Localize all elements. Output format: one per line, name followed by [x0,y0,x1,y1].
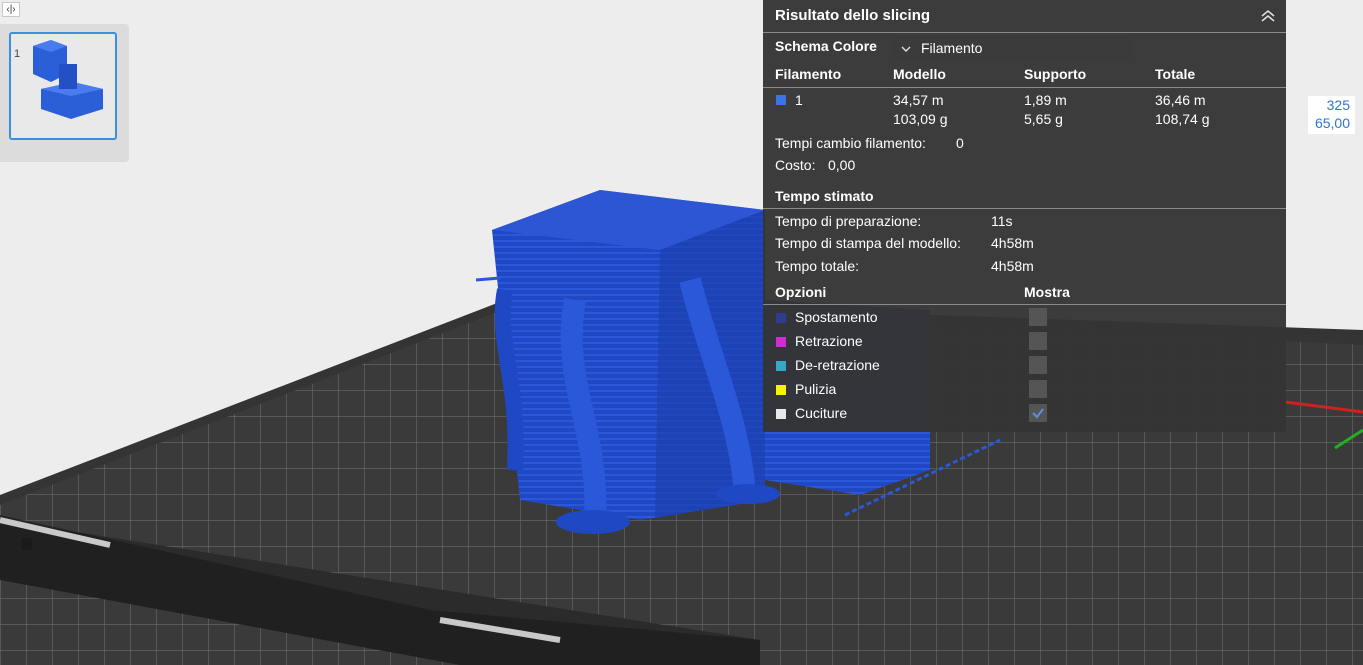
option-label: Spostamento [795,309,878,325]
coordinate-readout: 325 65,00 [1308,96,1355,134]
filament-changes-value: 0 [956,135,964,151]
slicing-result-panel: Risultato dello slicing Schema Colore Fi… [763,0,1286,432]
collapse-panel-icon[interactable] [1260,8,1276,24]
divider [763,87,1286,88]
show-retraction-checkbox[interactable] [1029,332,1047,350]
option-label: Pulizia [795,381,837,397]
filament-number: 1 [795,92,803,108]
time-label: Tempo di preparazione: [775,213,922,229]
total-weight: 108,74 g [1155,111,1210,127]
plate-number: 1 [14,48,21,60]
divider [763,208,1286,209]
divider [763,304,1286,305]
time-value: 11s [991,213,1013,229]
show-wipe-checkbox[interactable] [1029,380,1047,398]
travel-color-swatch [776,313,786,323]
cost-value: 0,00 [828,157,856,173]
show-travel-checkbox[interactable] [1029,308,1047,326]
seams-color-swatch [776,409,786,419]
model-weight: 103,09 g [893,111,948,127]
support-length: 1,89 m [1024,92,1067,108]
color-scheme-label: Schema Colore [775,38,877,54]
divider [763,32,1286,33]
color-scheme-value: Filamento [921,40,983,56]
header-support: Supporto [1024,66,1087,82]
panel-title: Risultato dello slicing [775,7,931,24]
show-seams-checkbox[interactable] [1029,404,1047,422]
coord-bottom: 65,00 [1314,115,1350,131]
coord-top: 325 [1326,97,1350,113]
header-model: Modello [893,66,946,82]
filament-changes-label: Tempi cambio filamento: [775,135,926,151]
checkmark-icon [1032,408,1044,419]
show-header: Mostra [1024,284,1070,300]
cost-label: Costo: [775,157,816,173]
time-value: 4h58m [991,235,1034,251]
chevron-down-icon [901,46,911,52]
color-scheme-select[interactable]: Filamento [893,37,1133,60]
option-label: Cuciture [795,405,848,421]
wipe-color-swatch [776,385,786,395]
expand-collapse-icon[interactable]: ‹|› [2,2,20,17]
show-deretraction-checkbox[interactable] [1029,356,1047,374]
options-header: Opzioni [775,284,827,300]
option-label: Retrazione [795,333,863,349]
time-value: 4h58m [991,258,1034,274]
total-length: 36,46 m [1155,92,1206,108]
model-thumbnail-image [33,40,103,119]
deretraction-color-swatch [776,361,786,371]
support-weight: 5,65 g [1024,111,1063,127]
model-length: 34,57 m [893,92,944,108]
estimated-time-header: Tempo stimato [775,188,874,204]
retraction-color-swatch [776,337,786,347]
option-label: De-retrazione [795,357,880,373]
header-total: Totale [1155,66,1196,82]
time-label: Tempo di stampa del modello: [775,235,961,251]
time-label: Tempo totale: [775,258,860,274]
plate-thumbnail-panel: 1 [0,24,129,162]
filament-color-swatch [776,95,786,105]
plate-thumbnail[interactable]: 1 [9,32,117,140]
header-filament: Filamento [775,66,842,82]
